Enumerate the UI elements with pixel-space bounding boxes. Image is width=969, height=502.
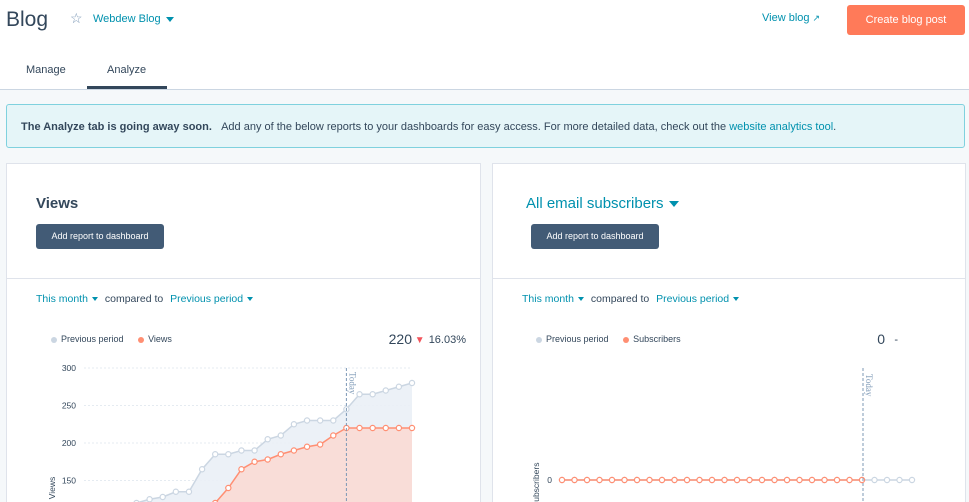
data-point (172, 488, 180, 495)
data-point (395, 383, 403, 390)
data-point (621, 476, 628, 484)
data-point (846, 476, 853, 484)
data-point (146, 496, 153, 502)
data-point (783, 476, 791, 484)
data-point (708, 476, 716, 484)
data-point (330, 432, 337, 439)
data-point (796, 476, 803, 484)
data-point (771, 476, 778, 484)
data-point (583, 476, 591, 484)
data-point (721, 476, 728, 484)
data-point (159, 493, 166, 501)
data-point (646, 476, 653, 484)
external-link-icon: ↗ (812, 13, 821, 23)
data-point (251, 458, 258, 465)
data-point (808, 476, 816, 484)
y-tick-label: 150 (62, 476, 76, 486)
data-point (316, 417, 324, 424)
top-bar: Blog ☆ Webdew Blog View blog ↗ Create blo… (0, 0, 969, 90)
blog-selector[interactable]: Webdew Blog (93, 13, 174, 25)
data-point (382, 387, 389, 394)
active-tab-indicator (87, 86, 167, 89)
y-axis-label: Subscribers (531, 463, 541, 502)
data-point (733, 476, 741, 484)
data-point (238, 447, 245, 454)
deprecation-banner: The Analyze tab is going away soon. Add … (6, 104, 965, 148)
y-tick-label: 250 (62, 401, 76, 411)
data-point (382, 424, 389, 432)
view-blog-link[interactable]: View blog ↗ (762, 12, 820, 24)
data-point (395, 424, 403, 432)
data-point (238, 466, 245, 473)
data-point (225, 451, 232, 458)
tab-analyze[interactable]: Analyze (107, 64, 146, 76)
tab-manage[interactable]: Manage (26, 64, 66, 76)
data-point (683, 476, 691, 484)
data-point (758, 476, 766, 484)
data-point (264, 436, 271, 443)
data-point (408, 379, 416, 387)
data-point (290, 421, 298, 428)
data-point (871, 476, 878, 484)
data-point (225, 484, 232, 492)
y-tick-label: 200 (62, 438, 76, 448)
data-point (316, 441, 324, 448)
y-axis-label: Views (47, 477, 57, 500)
y-tick-label: 0 (547, 475, 552, 485)
subscribers-chart: 0 Subscribers Today (531, 368, 916, 502)
data-point (746, 476, 753, 484)
data-point (185, 488, 193, 495)
data-point (303, 417, 311, 424)
view-blog-label: View blog (762, 12, 810, 24)
banner-text: Add any of the below reports to your das… (221, 121, 727, 133)
data-point (558, 476, 566, 484)
data-point (251, 447, 258, 454)
blog-selector-label: Webdew Blog (93, 13, 161, 25)
data-point (696, 476, 703, 484)
data-point (211, 451, 219, 458)
data-point (596, 476, 603, 484)
data-point (571, 476, 578, 484)
data-point (896, 476, 903, 484)
data-point (633, 476, 641, 484)
banner-heading: The Analyze tab is going away soon. (21, 121, 212, 133)
data-point (858, 476, 866, 484)
website-analytics-link[interactable]: website analytics tool (729, 121, 833, 133)
today-label: Today (347, 372, 357, 395)
data-point (658, 476, 666, 484)
data-point (303, 443, 311, 450)
today-label: Today (864, 374, 874, 397)
data-point (608, 476, 616, 484)
data-point (833, 476, 841, 484)
page-title: Blog (6, 8, 49, 31)
views-chart: 150 200 250 300 Views Today (47, 363, 416, 502)
star-icon[interactable]: ☆ (70, 10, 83, 27)
data-point (277, 451, 284, 458)
data-point (883, 476, 891, 484)
data-point (408, 424, 416, 432)
data-point (290, 447, 298, 454)
data-point (369, 391, 376, 398)
data-point (671, 476, 678, 484)
data-point (277, 432, 284, 439)
subscribers-report-card: All email subscribers Add report to dash… (492, 163, 966, 502)
data-point (264, 456, 271, 463)
views-report-card: Views Add report to dashboard This month… (6, 163, 481, 502)
data-point (198, 466, 206, 473)
banner-end: . (833, 121, 837, 133)
data-point (821, 476, 828, 484)
chevron-down-icon (165, 16, 174, 22)
data-point (330, 417, 337, 424)
data-point (908, 476, 916, 484)
data-point (356, 424, 363, 432)
create-blog-post-button[interactable]: Create blog post (847, 5, 965, 35)
data-point (369, 424, 376, 432)
y-tick-label: 300 (62, 363, 76, 373)
